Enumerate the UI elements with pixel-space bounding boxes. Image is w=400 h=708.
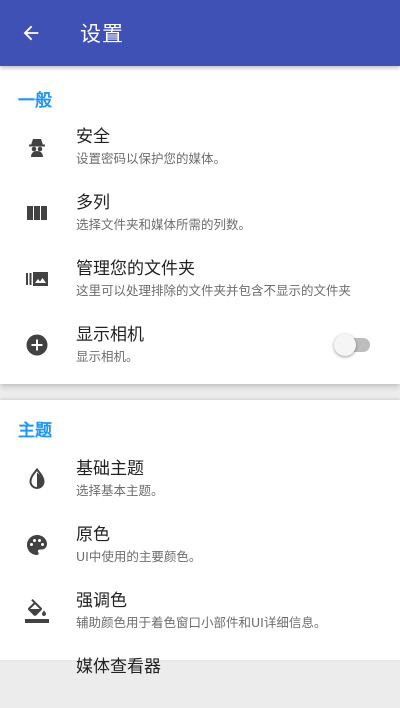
setting-title: 多列	[76, 193, 110, 213]
setting-subtitle: 选择文件夹和媒体所需的列数。	[76, 217, 252, 232]
columns-icon	[22, 198, 52, 228]
theme-section: 主题 基础主题 选择基本主题。 原色 UI中使用的主要颜色。 强调色 辅助颜色用…	[0, 400, 400, 677]
setting-show-camera[interactable]: 显示相机 显示相机。	[0, 314, 400, 376]
setting-subtitle: 这里可以处理排除的文件夹并包含不显示的文件夹	[76, 283, 352, 298]
setting-accent-color[interactable]: 强调色 辅助颜色用于着色窗口小部件和UI详细信息。	[0, 580, 400, 642]
palette-icon	[22, 530, 52, 560]
incognito-icon	[22, 132, 52, 162]
setting-title: 安全	[76, 127, 110, 147]
section-header-theme: 主题	[18, 421, 52, 441]
setting-subtitle: 设置密码以保护您的媒体。	[76, 151, 227, 166]
invert-colors-icon	[22, 464, 52, 494]
setting-title: 强调色	[76, 591, 127, 611]
app-bar: 设置	[0, 0, 400, 66]
general-section: 一般 安全 设置密码以保护您的媒体。 多列 选择文件夹和媒体所需的列数。 管理您…	[0, 66, 400, 384]
page-title: 设置	[80, 22, 124, 46]
add-circle-icon	[22, 330, 52, 360]
folder-manage-icon	[22, 264, 52, 294]
back-button[interactable]	[0, 0, 62, 66]
setting-subtitle: 辅助颜色用于着色窗口小部件和UI详细信息。	[76, 615, 327, 630]
toggle-thumb	[334, 334, 356, 356]
setting-security[interactable]: 安全 设置密码以保护您的媒体。	[0, 116, 400, 178]
setting-primary-color[interactable]: 原色 UI中使用的主要颜色。	[0, 514, 400, 576]
section-header-general: 一般	[18, 91, 52, 111]
setting-title: 原色	[76, 525, 110, 545]
setting-subtitle: UI中使用的主要颜色。	[76, 549, 202, 564]
format-color-fill-icon	[22, 596, 52, 626]
setting-columns[interactable]: 多列 选择文件夹和媒体所需的列数。	[0, 182, 400, 244]
show-camera-toggle[interactable]	[334, 332, 370, 356]
setting-title: 管理您的文件夹	[76, 259, 195, 279]
setting-base-theme[interactable]: 基础主题 选择基本主题。	[0, 448, 400, 510]
setting-title: 媒体查看器	[76, 657, 161, 677]
setting-subtitle: 选择基本主题。	[76, 483, 164, 498]
setting-title: 基础主题	[76, 459, 144, 479]
setting-subtitle: 显示相机。	[76, 349, 139, 364]
setting-title: 显示相机	[76, 325, 144, 345]
arrow-back-icon	[23, 25, 39, 41]
setting-manage-folders[interactable]: 管理您的文件夹 这里可以处理排除的文件夹并包含不显示的文件夹	[0, 248, 400, 310]
setting-media-viewer[interactable]: 媒体查看器	[0, 646, 400, 708]
